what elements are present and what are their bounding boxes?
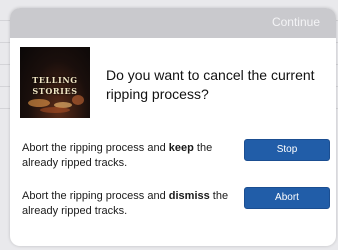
- keep-option-text-start: Abort the ripping process and: [22, 142, 169, 154]
- dismiss-option-text-start: Abort the ripping process and: [22, 190, 169, 202]
- cancel-ripping-dialog: Continue TELLING STORIES Do you want to …: [10, 8, 336, 246]
- keep-option-description: Abort the ripping process and keep the a…: [22, 141, 232, 171]
- continue-button[interactable]: Continue: [272, 15, 320, 29]
- dialog-question: Do you want to cancel the current rippin…: [106, 67, 315, 102]
- album-art: TELLING STORIES: [20, 47, 90, 118]
- dismiss-option-emphasis: dismiss: [168, 190, 210, 202]
- art-light-glow: [28, 99, 50, 107]
- album-art-title-line1: TELLING: [32, 75, 78, 85]
- keep-option-emphasis: keep: [168, 142, 194, 154]
- dialog-titlebar: Continue: [10, 8, 336, 38]
- stop-button[interactable]: Stop: [244, 139, 330, 161]
- dismiss-option-description: Abort the ripping process and dismiss th…: [22, 189, 232, 219]
- abort-button[interactable]: Abort: [244, 187, 330, 209]
- art-light-glow: [72, 95, 84, 105]
- art-light-glow: [40, 107, 70, 113]
- album-art-title-line2: STORIES: [32, 86, 78, 96]
